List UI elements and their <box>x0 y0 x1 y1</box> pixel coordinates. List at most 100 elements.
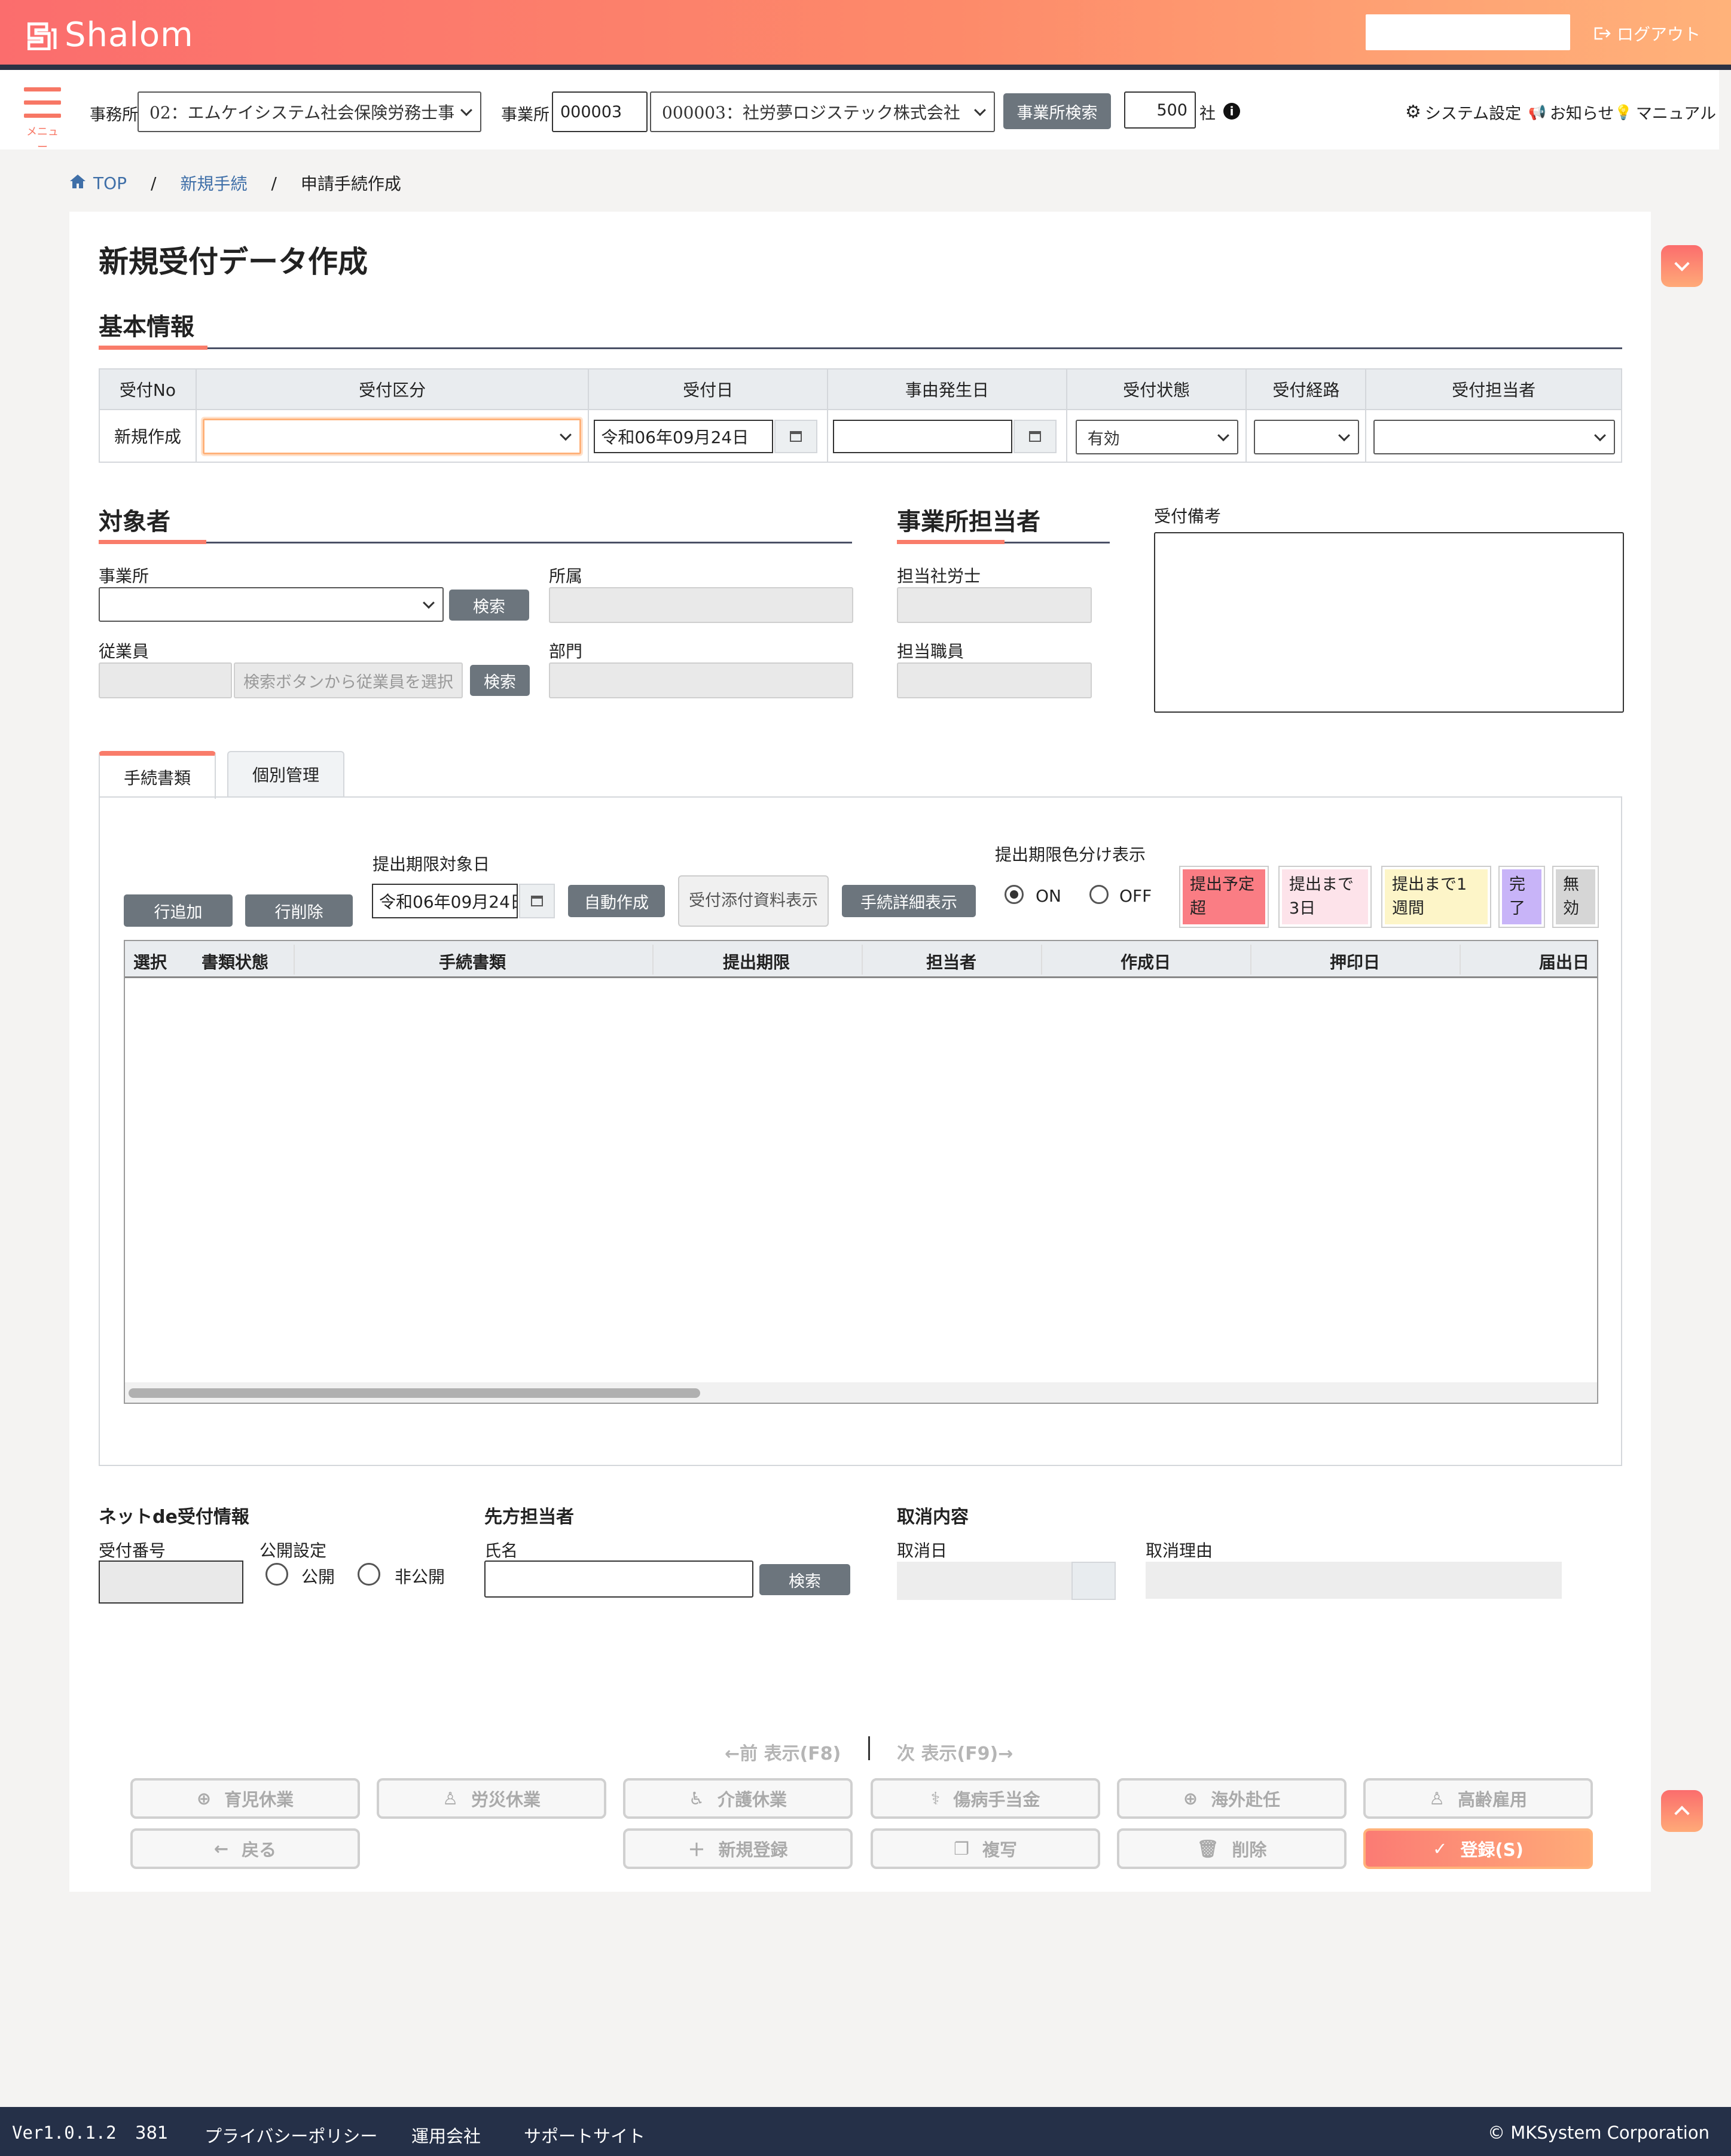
remarks-textarea[interactable] <box>1154 532 1624 713</box>
info-icon[interactable]: i <box>1223 103 1240 120</box>
koureisha-button[interactable]: ♙ 高齢雇用 <box>1363 1778 1593 1819</box>
business-code-input[interactable]: 000003 <box>552 91 648 132</box>
scroll-down-button[interactable] <box>1661 245 1703 287</box>
color-off-radio[interactable] <box>1089 885 1109 904</box>
employee-label: 従業員 <box>99 642 149 661</box>
new-register-button[interactable]: ＋新規登録 <box>623 1828 853 1869</box>
office-select-value: 02：エムケイシステム社会保険労務士事 <box>149 103 455 123</box>
calendar-icon <box>1071 1562 1116 1600</box>
breadcrumb-new-procedure[interactable]: 新規手続 <box>180 171 247 195</box>
chevron-down-icon <box>974 104 986 117</box>
target-office-search-button[interactable]: 検索 <box>449 590 529 621</box>
detail-show-button[interactable]: 手続詳細表示 <box>842 885 976 917</box>
person-select[interactable] <box>1373 420 1616 454</box>
delete-row-button[interactable]: 行削除 <box>245 894 353 927</box>
logo-icon <box>27 22 61 51</box>
tab-individual[interactable]: 個別管理 <box>227 751 344 796</box>
calendar-icon[interactable] <box>519 884 555 918</box>
cancel-title: 取消内容 <box>897 1507 969 1528</box>
lightbulb-icon: 💡 <box>1614 103 1632 121</box>
auto-create-button[interactable]: 自動作成 <box>568 885 665 917</box>
footer-version: Ver1.0.1.2 <box>12 2123 117 2143</box>
kubun-select[interactable] <box>202 419 581 454</box>
breadcrumb-separator: / <box>151 173 157 193</box>
col-header-no: 受付No <box>99 368 197 410</box>
counterpart-search-button[interactable]: 検索 <box>759 1564 850 1595</box>
scroll-up-button[interactable] <box>1661 1790 1703 1832</box>
delete-button[interactable]: 🗑 削除 <box>1117 1828 1347 1869</box>
event-date-input[interactable] <box>833 420 1013 453</box>
home-icon <box>69 173 86 193</box>
back-button[interactable]: ← 戻る <box>130 1828 360 1869</box>
office-select[interactable]: 02：エムケイシステム社会保険労務士事 <box>138 91 481 132</box>
app-logo-text: Shalom <box>65 16 194 54</box>
next-button[interactable]: 次 表示(F9)→ <box>897 1739 1013 1765</box>
ikuji-button[interactable]: ⊕ 育児休業 <box>130 1778 360 1819</box>
system-settings-link[interactable]: ⚙ システム設定 <box>1405 100 1521 124</box>
menu-button[interactable]: メニュー <box>23 87 62 154</box>
employee-search-button[interactable]: 検索 <box>470 665 530 696</box>
kaigai-button[interactable]: ⊕ 海外赴任 <box>1117 1778 1347 1819</box>
footer-privacy-link[interactable]: プライバシーポリシー <box>204 2123 377 2148</box>
color-on-radio[interactable] <box>1005 885 1024 904</box>
footer-company-link[interactable]: 運用会社 <box>411 2123 481 2148</box>
header-search-input[interactable] <box>1366 14 1570 50</box>
shoubyou-button[interactable]: ⚕ 傷病手当金 <box>871 1778 1100 1819</box>
target-office-select[interactable] <box>99 587 444 622</box>
add-row-button[interactable]: 行追加 <box>124 894 233 927</box>
col-deadline: 提出期限 <box>723 952 790 972</box>
copy-button[interactable]: ❐ 複写 <box>871 1828 1100 1869</box>
hamburger-icon <box>23 87 62 118</box>
public-radio[interactable] <box>265 1563 288 1586</box>
calendar-icon[interactable] <box>1013 420 1057 453</box>
user-icon: ♙ <box>1428 1788 1445 1809</box>
public-label: 公開 <box>301 1567 335 1587</box>
rousai-button[interactable]: ♙ 労災休業 <box>377 1778 606 1819</box>
event-date-cell <box>827 409 1067 463</box>
attach-show-button[interactable]: 受付添付資料表示 <box>678 875 829 927</box>
scrollbar-thumb[interactable] <box>129 1388 700 1398</box>
sharoushi-field <box>897 587 1092 623</box>
horizontal-scrollbar[interactable] <box>125 1382 1597 1403</box>
logout-link[interactable]: ログアウト <box>1593 22 1701 45</box>
date-cell: 令和06年09月24日 <box>588 409 829 463</box>
target-office-label: 事業所 <box>99 566 149 586</box>
footer-support-link[interactable]: サポートサイト <box>524 2123 645 2148</box>
kaigo-button[interactable]: ♿ 介護休業 <box>623 1778 853 1819</box>
deadline-date-input[interactable]: 令和06年09月24日 <box>372 884 518 918</box>
cancel-date-label: 取消日 <box>897 1541 948 1560</box>
section-accent <box>99 346 207 350</box>
route-select[interactable] <box>1254 420 1360 454</box>
col-header-person: 受付担当者 <box>1365 368 1622 410</box>
prev-button[interactable]: ←前 表示(F8) <box>725 1739 841 1765</box>
tab-documents[interactable]: 手続書類 <box>99 751 216 799</box>
basic-info-table: 受付No 受付区分 受付日 事由発生日 受付状態 受付経路 受付担当者 新規作成… <box>99 368 1622 463</box>
col-select: 選択 <box>133 952 167 972</box>
basic-info-title: 基本情報 <box>99 313 194 341</box>
breadcrumb-separator: / <box>271 173 277 193</box>
counterpart-name-input[interactable] <box>484 1560 753 1598</box>
company-count-input[interactable]: 500 <box>1124 91 1196 129</box>
megaphone-icon: 📢 <box>1528 103 1546 121</box>
news-link[interactable]: 📢 お知らせ <box>1528 100 1614 124</box>
globe-icon: ⊕ <box>1183 1788 1198 1809</box>
private-radio[interactable] <box>358 1563 380 1586</box>
section-accent <box>99 540 206 544</box>
logout-label: ログアウト <box>1617 25 1701 44</box>
breadcrumb-top[interactable]: TOP <box>93 173 127 193</box>
col-doc-status: 書類状態 <box>202 952 269 972</box>
net-number-field <box>99 1560 243 1604</box>
reception-date-input[interactable]: 令和06年09月24日 <box>594 420 774 453</box>
manual-link[interactable]: 💡 マニュアル <box>1614 100 1716 124</box>
legend-done: 完了 <box>1498 866 1545 928</box>
register-button[interactable]: ✓ 登録(S) <box>1363 1828 1593 1869</box>
arrow-left-icon: ← <box>213 1839 229 1859</box>
color-mode-label: 提出期限色分け表示 <box>995 845 1146 865</box>
calendar-icon[interactable] <box>774 420 818 453</box>
staff-label: 担当職員 <box>897 642 964 661</box>
news-label: お知らせ <box>1549 105 1614 123</box>
status-select[interactable]: 有効 <box>1075 420 1238 454</box>
business-select[interactable]: 000003：社労夢ロジステック株式会社 <box>650 91 995 132</box>
business-search-button[interactable]: 事業所検索 <box>1003 93 1111 129</box>
legend-invalid: 無効 <box>1552 866 1599 928</box>
